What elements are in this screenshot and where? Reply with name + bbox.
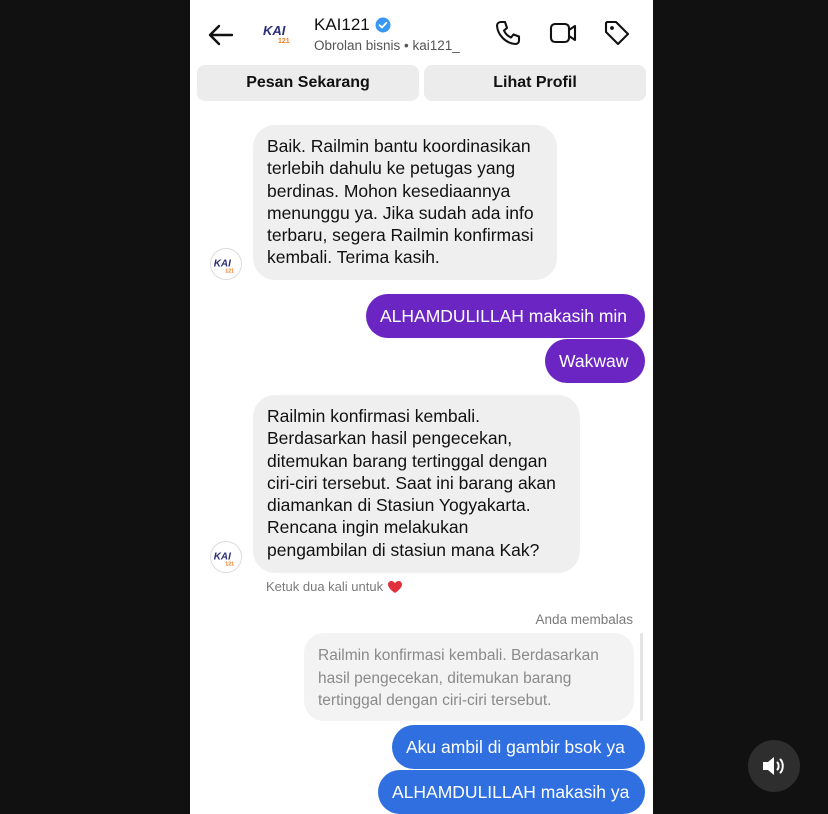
phone-icon: [495, 20, 521, 46]
chat-screen: KAI 121 KAI121 Obrolan bisnis • kai121_: [190, 0, 653, 814]
svg-text:121: 121: [225, 268, 234, 274]
reply-indicator-bar: [640, 633, 643, 721]
back-button[interactable]: [206, 20, 236, 50]
incoming-message[interactable]: Railmin konfirmasi kembali. Berdasarkan …: [253, 395, 580, 573]
tag-icon: [604, 20, 630, 46]
svg-text:KAI: KAI: [263, 23, 286, 38]
outgoing-message[interactable]: Wakwaw: [545, 339, 645, 383]
kai-logo-icon: KAI 121: [214, 258, 234, 274]
contact-name-text: KAI121: [314, 15, 370, 34]
speaker-icon: [763, 757, 784, 775]
header-avatar[interactable]: KAI 121: [262, 18, 296, 46]
sender-avatar[interactable]: KAI 121: [210, 541, 242, 573]
outgoing-message[interactable]: Aku ambil di gambir bsok ya: [392, 725, 645, 769]
view-profile-button[interactable]: Lihat Profil: [424, 65, 646, 101]
back-arrow-icon: [208, 24, 234, 46]
kai-logo-icon: KAI 121: [214, 551, 234, 567]
svg-text:KAI: KAI: [214, 551, 231, 562]
chat-header: KAI 121 KAI121 Obrolan bisnis • kai121_: [190, 0, 653, 64]
heart-icon: [388, 580, 403, 593]
double-tap-hint-text: Ketuk dua kali untuk: [266, 579, 384, 594]
incoming-message[interactable]: Baik. Railmin bantu koordinasikan terleb…: [253, 125, 557, 280]
kai-logo-icon: KAI 121: [263, 23, 290, 45]
svg-text:121: 121: [225, 561, 234, 567]
svg-text:KAI: KAI: [214, 258, 231, 269]
order-now-button[interactable]: Pesan Sekarang: [197, 65, 419, 101]
sender-avatar[interactable]: KAI 121: [210, 248, 242, 280]
video-icon: [549, 22, 577, 44]
call-button[interactable]: [493, 18, 523, 48]
contact-name[interactable]: KAI121: [314, 15, 391, 35]
reply-label: Anda membalas: [535, 612, 633, 627]
contact-subtitle: Obrolan bisnis • kai121_: [314, 38, 460, 53]
outgoing-message[interactable]: ALHAMDULILLAH makasih ya: [378, 770, 645, 814]
outgoing-message[interactable]: ALHAMDULILLAH makasih min: [366, 294, 645, 338]
quoted-message[interactable]: Railmin konfirmasi kembali. Berdasarkan …: [304, 633, 634, 721]
sound-toggle-button[interactable]: [748, 740, 800, 792]
double-tap-hint: Ketuk dua kali untuk: [266, 579, 403, 594]
verified-badge-icon: [375, 17, 391, 33]
svg-text:121: 121: [278, 38, 290, 45]
video-call-button[interactable]: [548, 18, 578, 48]
tag-button[interactable]: [602, 18, 632, 48]
